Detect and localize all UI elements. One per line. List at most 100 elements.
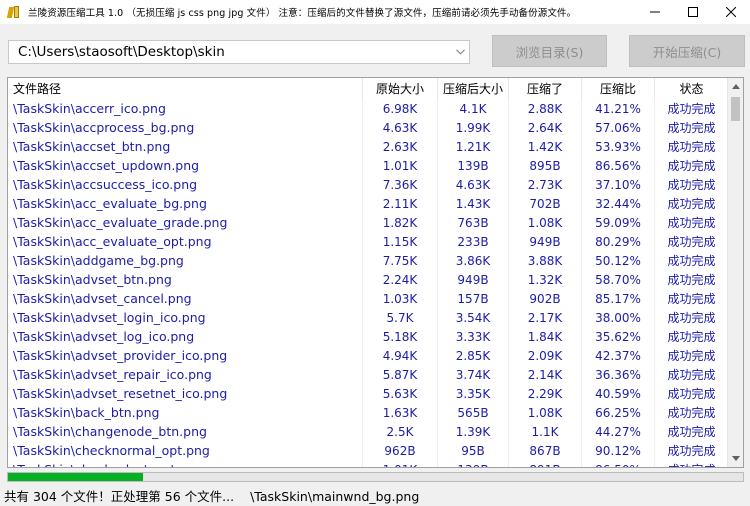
progress-bar — [7, 472, 744, 482]
header-saved[interactable]: 压缩了 — [509, 78, 582, 99]
cell-saved: 867B — [509, 441, 582, 460]
start-compress-button[interactable]: 开始压缩(C) — [629, 35, 745, 67]
table-row[interactable]: \TaskSkin\accerr_ico.png 6.98K 4.1K 2.88K 41… — [8, 99, 728, 118]
dropdown-arrow[interactable] — [452, 41, 469, 63]
table-row[interactable]: \TaskSkin\changenode_btn.png 2.5K 1.39K 1.1… — [8, 422, 728, 441]
cell-ratio: 36.36% — [582, 365, 655, 384]
cell-compressed-size: 4.1K — [438, 99, 509, 118]
status-summary: 共有 304 个文件！正处理第 56 个文件... — [4, 489, 235, 504]
scroll-thumb[interactable] — [731, 97, 740, 121]
vertical-scrollbar[interactable] — [727, 78, 743, 467]
cell-compressed-size: 157B — [438, 289, 509, 308]
cell-saved: 1.84K — [509, 327, 582, 346]
cell-original-size: 1.01K — [363, 156, 438, 175]
cell-compressed-size: 1.99K — [438, 118, 509, 137]
cell-saved: 3.88K — [509, 251, 582, 270]
cell-status: 成功完成 — [667, 292, 716, 306]
cell-ratio: 80.29% — [582, 232, 655, 251]
cell-compressed-size: 3.35K — [438, 384, 509, 403]
cell-saved: 891B — [509, 460, 582, 467]
table-row[interactable]: \TaskSkin\accset_btn.png 2.63K 1.21K 1.42K 5… — [8, 137, 728, 156]
cell-status: 成功完成 — [667, 311, 716, 325]
cell-compressed-size: 763B — [438, 213, 509, 232]
table-row[interactable]: \TaskSkin\advset_provider_ico.png 4.94K 2.… — [8, 346, 728, 365]
cell-ratio: 40.59% — [582, 384, 655, 403]
chevron-up-icon — [731, 84, 740, 89]
cell-file-path: \TaskSkin\advset_repair_ico.png — [8, 365, 363, 384]
app-icon — [6, 4, 22, 20]
cell-saved: 2.17K — [509, 308, 582, 327]
cell-file-path: \TaskSkin\addgame_bg.png — [8, 251, 363, 270]
cell-file-path: \TaskSkin\acc_evaluate_grade.png — [8, 213, 363, 232]
cell-file-path: \TaskSkin\changenode_btn.png — [8, 422, 363, 441]
scroll-down-button[interactable] — [728, 450, 743, 467]
header-compressed-size[interactable]: 压缩后大小 — [438, 78, 509, 99]
table-row[interactable]: \TaskSkin\advset_cancel.png 1.03K 157B 902B… — [8, 289, 728, 308]
cell-file-path: \TaskSkin\acc_evaluate_opt.png — [8, 232, 363, 251]
header-file-path[interactable]: 文件路径 — [8, 78, 363, 99]
status-bar: 共有 304 个文件！正处理第 56 个文件... \TaskSkin\mainw… — [4, 486, 419, 505]
cell-file-path: \TaskSkin\back_btn.png — [8, 403, 363, 422]
cell-compressed-size: 3.86K — [438, 251, 509, 270]
header-status[interactable]: 状态 — [655, 78, 728, 99]
table-row[interactable]: \TaskSkin\advset_btn.png 2.24K 949B 1.32K 58… — [8, 270, 728, 289]
maximize-button[interactable] — [674, 0, 712, 24]
cell-ratio: 41.21% — [582, 99, 655, 118]
table-row[interactable]: \TaskSkin\advset_login_ico.png 5.7K 3.54K 2… — [8, 308, 728, 327]
cell-compressed-size: 3.74K — [438, 365, 509, 384]
directory-path-value: C:\Users\staosoft\Desktop\skin — [18, 44, 225, 60]
cell-status: 成功完成 — [667, 368, 716, 382]
cell-original-size: 4.63K — [363, 118, 438, 137]
table-row[interactable]: \TaskSkin\advset_resetnet_ico.png 5.63K 3.… — [8, 384, 728, 403]
cell-ratio: 86.56% — [582, 156, 655, 175]
file-list-table[interactable]: 文件路径 原始大小 压缩后大小 压缩了 压缩比 状态 \TaskSkin\acc… — [7, 77, 744, 468]
browse-directory-button[interactable]: 浏览目录(S) — [492, 35, 607, 67]
table-row[interactable]: \TaskSkin\checknormal_opt.png 962B 95B 867B… — [8, 441, 728, 460]
cell-saved: 1.08K — [509, 213, 582, 232]
table-row[interactable]: \TaskSkin\addgame_bg.png 7.75K 3.86K 3.88K 5… — [8, 251, 728, 270]
cell-status: 成功完成 — [667, 140, 716, 154]
cell-compressed-size: 139B — [438, 460, 509, 467]
cell-original-size: 7.36K — [363, 175, 438, 194]
cell-saved: 2.14K — [509, 365, 582, 384]
cell-status: 成功完成 — [667, 330, 716, 344]
table-row[interactable]: \TaskSkin\back_btn.png 1.63K 565B 1.08K 66.2… — [8, 403, 728, 422]
table-row[interactable]: \TaskSkin\accset_updown.png 1.01K 139B 895B… — [8, 156, 728, 175]
cell-status: 成功完成 — [667, 425, 716, 439]
cell-saved: 2.09K — [509, 346, 582, 365]
minimize-icon — [650, 11, 660, 13]
table-row[interactable]: \TaskSkin\accsuccess_ico.png 7.36K 4.63K 2.… — [8, 175, 728, 194]
header-ratio[interactable]: 压缩比 — [582, 78, 655, 99]
cell-original-size: 1.63K — [363, 403, 438, 422]
cell-ratio: 42.37% — [582, 346, 655, 365]
table-row[interactable]: \TaskSkin\advset_log_ico.png 5.18K 3.33K 1.… — [8, 327, 728, 346]
table-row[interactable]: \TaskSkin\acc_evaluate_grade.png 1.82K 763… — [8, 213, 728, 232]
cell-original-size: 5.7K — [363, 308, 438, 327]
cell-status: 成功完成 — [667, 102, 716, 116]
table-row[interactable]: \TaskSkin\acc_evaluate_opt.png 1.15K 233B 9… — [8, 232, 728, 251]
table-row[interactable]: \TaskSkin\advset_repair_ico.png 5.87K 3.74… — [8, 365, 728, 384]
cell-original-size: 1.01K — [363, 460, 438, 467]
cell-ratio: 59.09% — [582, 213, 655, 232]
table-row[interactable]: \TaskSkin\accprocess_bg.png 4.63K 1.99K 2.6… — [8, 118, 728, 137]
cell-original-size: 2.5K — [363, 422, 438, 441]
cell-saved: 1.32K — [509, 270, 582, 289]
directory-path-combobox[interactable]: C:\Users\staosoft\Desktop\skin — [8, 40, 470, 64]
close-button[interactable] — [712, 0, 750, 24]
cell-original-size: 2.11K — [363, 194, 438, 213]
cell-status: 成功完成 — [655, 460, 728, 467]
cell-file-path: \TaskSkin\accprocess_bg.png — [8, 118, 363, 137]
scroll-up-button[interactable] — [728, 78, 743, 95]
cell-ratio: 38.00% — [582, 308, 655, 327]
header-original-size[interactable]: 原始大小 — [363, 78, 438, 99]
title-bar: 兰陵资源压缩工具 1.0 （无损压缩 js css png jpg 文件） 注意… — [0, 0, 750, 24]
cell-ratio: 86.50% — [582, 460, 655, 467]
cell-original-size: 2.63K — [363, 137, 438, 156]
cell-file-path: \TaskSkin\accsuccess_ico.png — [8, 175, 363, 194]
cell-file-path: \TaskSkin\advset_btn.png — [8, 270, 363, 289]
cell-file-path: \TaskSkin\advset_provider_ico.png — [8, 346, 363, 365]
table-row[interactable]: \TaskSkin\checkselect_opt.png1.01K139B89… — [8, 460, 728, 467]
table-row[interactable]: \TaskSkin\acc_evaluate_bg.png 2.11K 1.43K 7… — [8, 194, 728, 213]
cell-compressed-size: 233B — [438, 232, 509, 251]
minimize-button[interactable] — [636, 0, 674, 24]
